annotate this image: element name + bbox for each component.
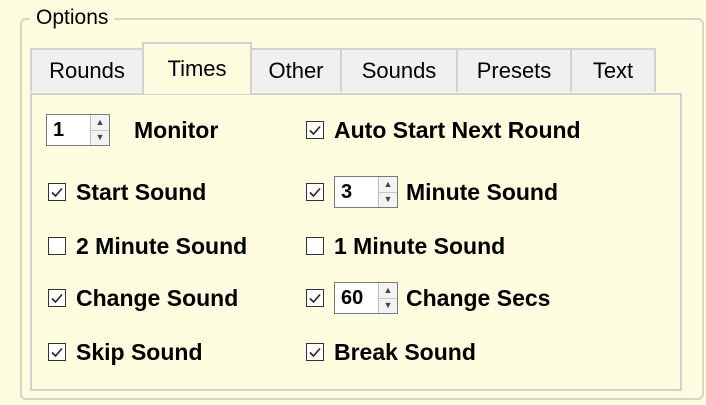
one-minute-sound-checkbox[interactable] [306, 237, 324, 255]
monitor-row: 1 ▲ ▼ Monitor [46, 114, 218, 146]
monitor-spinner-value[interactable]: 1 [47, 115, 90, 145]
break-sound-checkbox[interactable] [306, 343, 324, 361]
spin-down-icon[interactable]: ▼ [91, 129, 109, 146]
spin-down-icon[interactable]: ▼ [379, 297, 397, 314]
start-sound-checkbox[interactable] [48, 183, 66, 201]
two-minute-sound-label: 2 Minute Sound [76, 232, 248, 259]
auto-start-checkbox[interactable] [306, 121, 324, 139]
spin-up-icon[interactable]: ▲ [379, 283, 397, 298]
start-sound-label: Start Sound [76, 178, 207, 205]
change-sound-checkbox[interactable] [48, 289, 66, 307]
auto-start-row[interactable]: Auto Start Next Round [306, 114, 581, 146]
minute-sound-label: Minute Sound [406, 178, 559, 205]
change-secs-checkbox[interactable] [306, 289, 324, 307]
tab-text[interactable]: Text [570, 48, 656, 92]
skip-sound-checkbox[interactable] [48, 343, 66, 361]
monitor-label: Monitor [134, 116, 219, 143]
tab-rounds[interactable]: Rounds [30, 48, 144, 92]
break-sound-row[interactable]: Break Sound [306, 336, 476, 368]
checkmark-icon [309, 125, 321, 136]
start-sound-row[interactable]: Start Sound [48, 176, 206, 208]
checkmark-icon [309, 347, 321, 358]
spin-up-icon[interactable]: ▲ [379, 177, 397, 192]
change-secs-spinner[interactable]: 60 ▲ ▼ [334, 282, 398, 314]
checkmark-icon [51, 187, 63, 198]
checkmark-icon [309, 293, 321, 304]
checkmark-icon [51, 293, 63, 304]
one-minute-sound-label: 1 Minute Sound [334, 232, 506, 259]
tab-times[interactable]: Times [142, 42, 252, 94]
minute-sound-checkbox[interactable] [306, 183, 324, 201]
two-minute-sound-checkbox[interactable] [48, 237, 66, 255]
spin-up-icon[interactable]: ▲ [91, 115, 109, 130]
minute-sound-row: 3 ▲ ▼ Minute Sound [306, 176, 558, 208]
change-secs-spinner-value[interactable]: 60 [335, 283, 378, 313]
skip-sound-row[interactable]: Skip Sound [48, 336, 203, 368]
tab-presets[interactable]: Presets [456, 48, 572, 92]
checkmark-icon [51, 347, 63, 358]
skip-sound-label: Skip Sound [76, 338, 203, 365]
one-minute-sound-row[interactable]: 1 Minute Sound [306, 230, 505, 262]
tab-sounds[interactable]: Sounds [340, 48, 458, 92]
change-sound-label: Change Sound [76, 284, 239, 311]
minute-sound-spinner[interactable]: 3 ▲ ▼ [334, 176, 398, 208]
break-sound-label: Break Sound [334, 338, 476, 365]
two-minute-sound-row[interactable]: 2 Minute Sound [48, 230, 247, 262]
auto-start-label: Auto Start Next Round [334, 116, 581, 143]
options-group-title: Options [30, 6, 115, 30]
change-secs-label: Change Secs [406, 284, 551, 311]
monitor-spinner[interactable]: 1 ▲ ▼ [46, 114, 110, 146]
spin-down-icon[interactable]: ▼ [379, 191, 397, 208]
tab-other[interactable]: Other [250, 48, 342, 92]
change-sound-row[interactable]: Change Sound [48, 282, 238, 314]
minute-sound-spinner-value[interactable]: 3 [335, 177, 378, 207]
change-secs-row: 60 ▲ ▼ Change Secs [306, 282, 550, 314]
checkmark-icon [309, 187, 321, 198]
